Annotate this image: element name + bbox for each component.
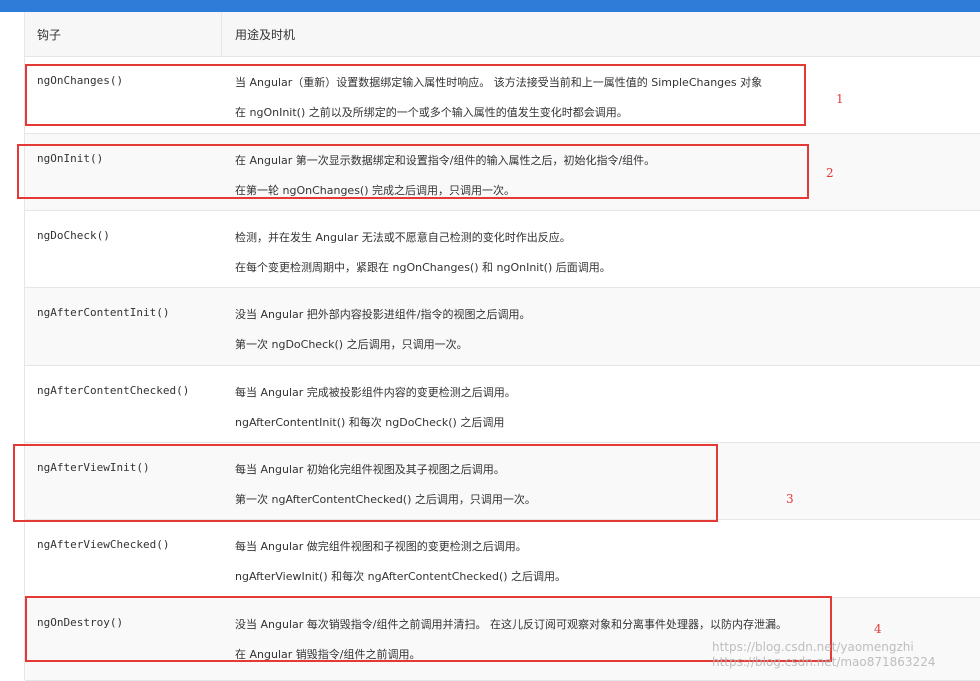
header-hook: 钩子 xyxy=(37,28,62,42)
hook-name: ngAfterViewChecked() xyxy=(37,538,170,551)
highlight-box-1 xyxy=(25,64,806,126)
table-row: ngAfterContentChecked() 每当 Angular 完成被投影… xyxy=(25,366,980,443)
annotation-number-3: 3 xyxy=(786,492,794,506)
top-bar xyxy=(0,0,980,12)
hook-purpose: 没当 Angular 把外部内容投影进组件/指令的视图之后调用。 xyxy=(235,308,531,321)
hook-purpose: 每当 Angular 完成被投影组件内容的变更检测之后调用。 xyxy=(235,386,516,399)
hook-name: ngDoCheck() xyxy=(37,229,110,242)
hook-timing: 在每个变更检测周期中，紧跟在 ngOnChanges() 和 ngOnInit(… xyxy=(235,261,611,274)
hook-timing: 第一次 ngDoCheck() 之后调用，只调用一次。 xyxy=(235,338,468,351)
annotation-number-4: 4 xyxy=(874,622,882,636)
hook-name: ngAfterContentChecked() xyxy=(37,384,190,397)
annotation-number-2: 2 xyxy=(826,166,834,180)
table-row: ngDoCheck() 检测，并在发生 Angular 无法或不愿意自己检测的变… xyxy=(25,211,980,288)
highlight-box-4 xyxy=(25,596,832,662)
watermark-line-1: https://blog.csdn.net/yaomengzhi xyxy=(712,640,914,654)
highlight-box-3 xyxy=(13,444,718,522)
hook-purpose: 检测，并在发生 Angular 无法或不愿意自己检测的变化时作出反应。 xyxy=(235,231,571,244)
hook-purpose: 每当 Angular 做完组件视图和子视图的变更检测之后调用。 xyxy=(235,540,527,553)
hook-timing: ngAfterContentInit() 和每次 ngDoCheck() 之后调… xyxy=(235,416,505,429)
watermark-line-2: https://blog.csdn.net/mao871863224 xyxy=(712,655,936,669)
table-header: 钩子 用途及时机 xyxy=(25,12,980,57)
highlight-box-2 xyxy=(17,144,809,199)
hook-timing: ngAfterViewInit() 和每次 ngAfterContentChec… xyxy=(235,570,567,583)
table-row: ngAfterViewChecked() 每当 Angular 做完组件视图和子… xyxy=(25,520,980,598)
annotation-number-1: 1 xyxy=(836,92,844,106)
hook-name: ngAfterContentInit() xyxy=(37,306,170,319)
table-row: ngAfterContentInit() 没当 Angular 把外部内容投影进… xyxy=(25,288,980,366)
header-divider xyxy=(221,12,222,56)
watermark: https://blog.csdn.net/yaomengzhi https:/… xyxy=(712,640,935,670)
header-purpose: 用途及时机 xyxy=(235,28,296,42)
